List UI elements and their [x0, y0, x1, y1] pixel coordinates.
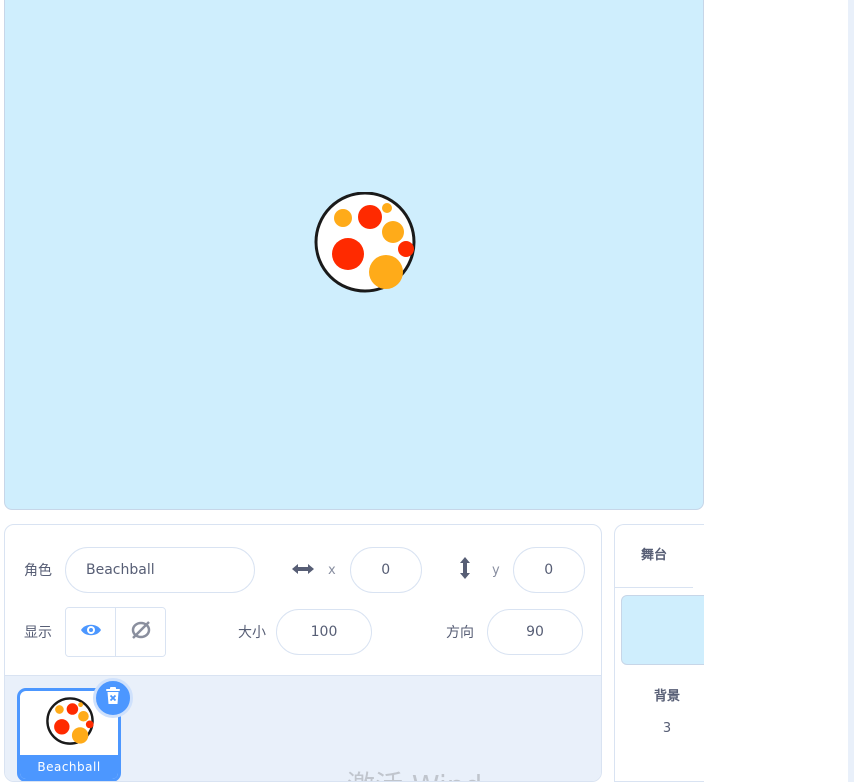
sprite-name-input[interactable]: Beachball — [65, 547, 255, 593]
beachball-thumbnail-icon — [45, 697, 95, 751]
sprite-name-value: Beachball — [86, 562, 155, 578]
size-label: 大小 — [238, 625, 266, 641]
sprite-list: Beachball 激活 Wind — [5, 675, 601, 781]
sprite-label: 角色 — [24, 563, 52, 579]
eye-icon — [80, 622, 102, 642]
x-position-row: x 0 — [290, 545, 422, 595]
backdrops-label: 背景 — [653, 689, 680, 704]
size-value: 100 — [310, 624, 338, 640]
stage-selector-panel[interactable]: 舞台 背景 3 — [614, 524, 704, 782]
y-position-row: y 0 — [458, 545, 585, 595]
delete-sprite-button[interactable] — [93, 678, 133, 718]
y-label: y — [492, 562, 500, 578]
stage-thumbnail[interactable] — [621, 595, 704, 665]
show-button[interactable] — [66, 608, 115, 656]
trash-icon — [105, 687, 121, 709]
horizontal-arrows-icon — [290, 561, 316, 580]
y-input[interactable]: 0 — [512, 547, 585, 593]
direction-label: 方向 — [446, 625, 474, 641]
show-row: 显示 — [24, 607, 166, 657]
activation-watermark: 激活 Wind — [347, 764, 482, 781]
vertical-arrows-icon — [458, 555, 472, 585]
window-edge — [848, 0, 854, 782]
direction-row: 方向 90 — [446, 607, 583, 657]
stage-canvas[interactable] — [4, 0, 704, 510]
visibility-toggle — [65, 607, 166, 657]
size-input[interactable]: 100 — [276, 609, 372, 655]
x-value: 0 — [381, 562, 391, 578]
x-input[interactable]: 0 — [349, 547, 422, 593]
backdrops-count: 3 — [662, 721, 672, 736]
hide-button[interactable] — [115, 608, 165, 656]
sprite-info-panel: 角色 Beachball x 0 y 0 显示 大小 100 方向 90 Bea… — [4, 524, 602, 782]
eye-slash-icon — [130, 620, 152, 644]
beachball-sprite[interactable] — [313, 191, 417, 296]
sprite-name-row: 角色 Beachball — [24, 545, 255, 595]
sprite-thumbnail-label: Beachball — [20, 755, 118, 779]
size-row: 大小 100 — [238, 607, 372, 657]
direction-input[interactable]: 90 — [487, 609, 583, 655]
x-label: x — [328, 562, 336, 578]
direction-value: 90 — [526, 624, 544, 640]
show-label: 显示 — [24, 625, 52, 641]
y-value: 0 — [544, 562, 554, 578]
stage-pane-title: 舞台 — [615, 525, 693, 588]
